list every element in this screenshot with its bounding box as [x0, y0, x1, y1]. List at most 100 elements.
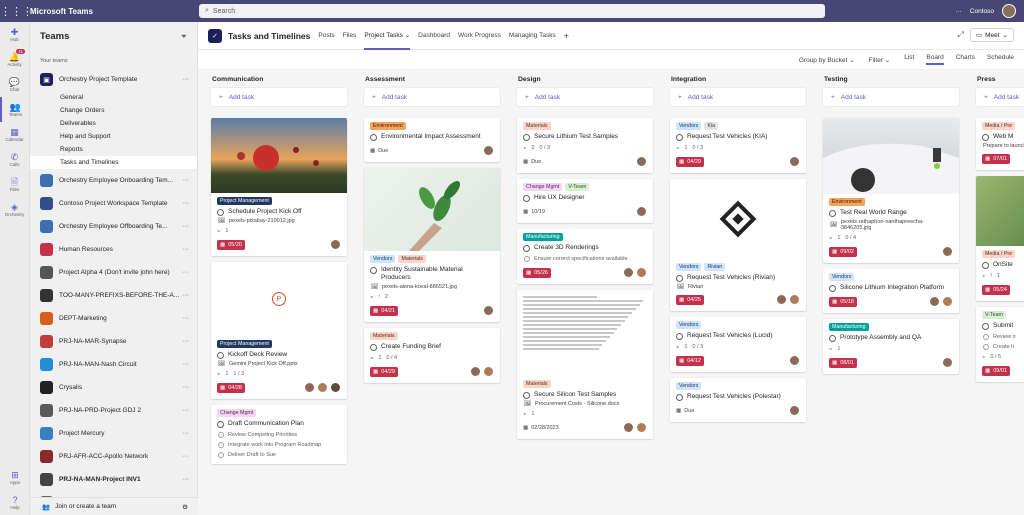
- team-item[interactable]: PRJ-NA-MAN-Nash Circuit ···: [30, 353, 197, 376]
- team-item[interactable]: DEPT-Marketing ···: [30, 307, 197, 330]
- complete-checkbox[interactable]: [676, 333, 683, 340]
- more-icon[interactable]: ···: [182, 384, 189, 391]
- complete-checkbox[interactable]: [523, 392, 530, 399]
- add-task-button[interactable]: + Add task: [670, 88, 806, 106]
- complete-checkbox[interactable]: [982, 323, 989, 330]
- task-card[interactable]: Media / Pre Web M Prepare to launch ▦ 07/01: [976, 118, 1024, 170]
- rail-item-calendar[interactable]: ▦ Calendar: [0, 122, 29, 147]
- assignee-avatar[interactable]: [636, 267, 647, 278]
- more-icon[interactable]: ···: [182, 177, 189, 184]
- complete-checkbox[interactable]: [676, 394, 683, 401]
- more-icon[interactable]: ···: [182, 407, 189, 414]
- attachment[interactable]: 🖼 Gemini Project Kick Off.pptx: [218, 361, 341, 367]
- complete-checkbox[interactable]: [217, 352, 224, 359]
- task-card[interactable]: Vendors Kia Request Test Vehicles (KIA) ◒ 1 0…: [670, 118, 806, 173]
- checklist-item[interactable]: Deliver Draft to Sue: [217, 450, 341, 460]
- channel-item[interactable]: Tasks and Timelines: [30, 156, 197, 169]
- complete-checkbox[interactable]: [370, 134, 377, 141]
- task-card[interactable]: Environment Environmental Impact Assessme…: [364, 118, 500, 162]
- add-tab-icon[interactable]: +: [564, 22, 569, 50]
- assignee-avatar[interactable]: [929, 296, 940, 307]
- team-item[interactable]: Human Resources ···: [30, 238, 197, 261]
- task-card[interactable]: Manufacturing Create 3D Renderings Ensure …: [517, 229, 653, 284]
- assignee-avatar[interactable]: [483, 145, 494, 156]
- view-charts[interactable]: Charts: [956, 54, 975, 65]
- channel-item[interactable]: Deliverables: [30, 117, 197, 130]
- app-launcher-icon[interactable]: ⋮⋮⋮: [0, 5, 33, 18]
- complete-checkbox[interactable]: [523, 195, 530, 202]
- more-options-icon[interactable]: ···: [955, 8, 962, 15]
- assignee-avatar[interactable]: [776, 294, 787, 305]
- assignee-avatar[interactable]: [942, 246, 953, 257]
- user-avatar[interactable]: [1002, 4, 1016, 18]
- tab-managing-tasks[interactable]: Managing Tasks: [509, 22, 556, 50]
- complete-checkbox[interactable]: [829, 210, 836, 217]
- rail-item-orchestry[interactable]: ◈ Orchestry: [0, 197, 29, 222]
- checklist-circle[interactable]: [983, 334, 989, 340]
- assignee-avatar[interactable]: [317, 382, 328, 393]
- rail-item-files[interactable]: 🗎 Files: [0, 172, 29, 197]
- more-icon[interactable]: ···: [182, 246, 189, 253]
- rail-item-activity[interactable]: 🔔 Activity 11: [0, 47, 29, 72]
- task-card[interactable]: Vendors Materials Identity Sustainable Mat…: [364, 168, 500, 322]
- more-icon[interactable]: ···: [182, 292, 189, 299]
- rail-item-chat[interactable]: 💬 Chat: [0, 72, 29, 97]
- task-card[interactable]: V-Team Submit Review o Create Ir ◒ 0 / 5 ▦ 09/0…: [976, 307, 1024, 382]
- task-card[interactable]: Media / Pre OnSite ◒! 1 ▦ 05/24: [976, 176, 1024, 301]
- team-item[interactable]: Crysalis ···: [30, 376, 197, 399]
- channel-item[interactable]: Help and Support: [30, 130, 197, 143]
- rail-item-help[interactable]: ? Help: [0, 490, 30, 515]
- more-icon[interactable]: ···: [182, 76, 189, 83]
- assignee-avatar[interactable]: [789, 294, 800, 305]
- complete-checkbox[interactable]: [982, 134, 989, 141]
- assignee-avatar[interactable]: [330, 239, 341, 250]
- more-icon[interactable]: ···: [182, 430, 189, 437]
- channel-item[interactable]: General: [30, 91, 197, 104]
- rail-item-teams[interactable]: 👥 Teams: [0, 97, 29, 122]
- task-card[interactable]: Change Mgmt V-Team Hire UX Designer ▦ 10/19: [517, 179, 653, 223]
- view-list[interactable]: List: [904, 54, 914, 65]
- add-task-button[interactable]: + Add task: [823, 88, 959, 106]
- attachment[interactable]: 🖼 Rivian: [677, 284, 800, 290]
- task-card[interactable]: Vendors Request Test Vehicles (Polestar) ▦…: [670, 378, 806, 422]
- complete-checkbox[interactable]: [523, 245, 530, 252]
- assignee-avatar[interactable]: [636, 206, 647, 217]
- more-icon[interactable]: ···: [182, 361, 189, 368]
- more-icon[interactable]: ···: [182, 476, 189, 483]
- task-card[interactable]: Materials Secure Lithium Test Samples ◒ 2 0 …: [517, 118, 653, 173]
- attachment[interactable]: 🖼 pexels-pixabay-210012.jpg: [218, 218, 341, 224]
- team-orchestry-project-template[interactable]: ▣ Orchestry Project Template ···: [30, 68, 197, 91]
- task-card[interactable]: Materials Secure Silicon Test Samples 🖼 Pro…: [517, 290, 653, 439]
- assignee-avatar[interactable]: [789, 156, 800, 167]
- group-by-button[interactable]: Group by Bucket ⌄: [799, 56, 855, 64]
- task-card[interactable]: Vendors Silicone Lithium Integration Plat…: [823, 269, 959, 313]
- checklist-item[interactable]: Integrate work into Program Roadmap: [217, 440, 341, 450]
- checklist-item[interactable]: Review o: [982, 332, 1024, 342]
- view-schedule[interactable]: Schedule: [987, 54, 1014, 65]
- join-create-team[interactable]: 👥 Join or create a team ⚙: [30, 497, 198, 515]
- checklist-item[interactable]: Review Competing Priorities: [217, 430, 341, 440]
- team-item[interactable]: PRJ-NA-MAN-Project INV1 ···: [30, 468, 197, 491]
- tab-posts[interactable]: Posts: [318, 22, 334, 50]
- rail-item-calls[interactable]: ✆ Calls: [0, 147, 29, 172]
- team-item[interactable]: PRJ-NA-MAR-Synapse ···: [30, 330, 197, 353]
- add-task-button[interactable]: + Add task: [364, 88, 500, 106]
- complete-checkbox[interactable]: [676, 275, 683, 282]
- assignee-avatar[interactable]: [942, 296, 953, 307]
- team-item[interactable]: Orchestry Employee Offboarding Te... ···: [30, 215, 197, 238]
- team-item[interactable]: PRJ-AFR-ACC-Apollo Network ···: [30, 445, 197, 468]
- checklist-circle[interactable]: [524, 256, 530, 262]
- complete-checkbox[interactable]: [217, 421, 224, 428]
- assignee-avatar[interactable]: [789, 405, 800, 416]
- channel-item[interactable]: Reports: [30, 143, 197, 156]
- search-input[interactable]: ⌕ Search: [199, 4, 825, 18]
- complete-checkbox[interactable]: [676, 134, 683, 141]
- assignee-avatar[interactable]: [636, 156, 647, 167]
- meet-button[interactable]: ▭ Meet ⌄: [969, 28, 1014, 42]
- team-item[interactable]: Project Mercury ···: [30, 422, 197, 445]
- checklist-circle[interactable]: [218, 452, 224, 458]
- task-card[interactable]: Vendors Rivian Request Test Vehicles (Rivi…: [670, 179, 806, 311]
- attachment[interactable]: 🖼 Procurement Costs - Silicone.docx: [524, 401, 647, 407]
- task-card[interactable]: Materials Create Funding Brief ◒ 1 0 / 4 ▦ 04/…: [364, 328, 500, 383]
- rail-item-hub[interactable]: ✚ Hub: [0, 22, 29, 47]
